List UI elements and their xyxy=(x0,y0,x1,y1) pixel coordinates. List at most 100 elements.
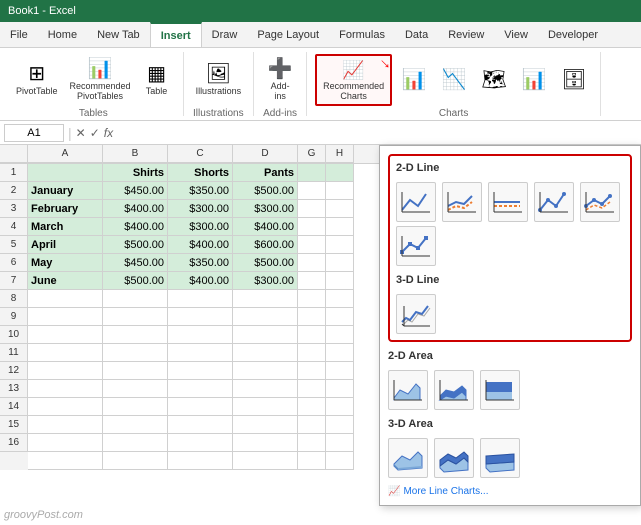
cell-b2[interactable]: $450.00 xyxy=(103,182,168,200)
cell-b1[interactable]: Shirts xyxy=(103,164,168,182)
col-header-d[interactable]: D xyxy=(233,145,298,163)
cell-a3[interactable]: February xyxy=(28,200,103,218)
cell-f1[interactable] xyxy=(326,164,354,182)
cell-f2[interactable] xyxy=(326,182,354,200)
row-header-13[interactable]: 13 xyxy=(0,380,28,398)
cell-b4[interactable]: $400.00 xyxy=(103,218,168,236)
row-header-5[interactable]: 5 xyxy=(0,236,28,254)
row-header-8[interactable]: 8 xyxy=(0,290,28,308)
cell-e5[interactable] xyxy=(298,236,326,254)
cell-d2[interactable]: $500.00 xyxy=(233,182,298,200)
cell-a1[interactable] xyxy=(28,164,103,182)
row-header-9[interactable]: 9 xyxy=(0,308,28,326)
cell-a9[interactable] xyxy=(28,308,103,326)
3d-stacked-area-chart-button[interactable] xyxy=(434,438,474,478)
charts-2d-bar-button[interactable]: 📊 xyxy=(396,54,432,106)
cell-c1[interactable]: Shorts xyxy=(168,164,233,182)
cell-b7[interactable]: $500.00 xyxy=(103,272,168,290)
cell-a5[interactable]: April xyxy=(28,236,103,254)
cell-a6[interactable]: May xyxy=(28,254,103,272)
row-header-4[interactable]: 4 xyxy=(0,218,28,236)
line-chart-button[interactable] xyxy=(396,182,436,222)
table-button[interactable]: ▦ Table xyxy=(139,54,175,106)
tab-insert[interactable]: Insert xyxy=(150,22,202,47)
tab-page-layout[interactable]: Page Layout xyxy=(247,22,329,47)
col-header-a[interactable]: A xyxy=(28,145,103,163)
cell-a8[interactable] xyxy=(28,290,103,308)
stacked-line-markers-chart-button[interactable] xyxy=(580,182,620,222)
cell-b5[interactable]: $500.00 xyxy=(103,236,168,254)
cell-f7[interactable] xyxy=(326,272,354,290)
row-header-6[interactable]: 6 xyxy=(0,254,28,272)
stacked-line-chart-button[interactable] xyxy=(442,182,482,222)
charts-line-button[interactable]: 📉 xyxy=(436,54,472,106)
cell-e3[interactable] xyxy=(298,200,326,218)
tab-home[interactable]: Home xyxy=(38,22,87,47)
cell-d5[interactable]: $600.00 xyxy=(233,236,298,254)
col-header-e[interactable]: G xyxy=(298,145,326,163)
cell-c2[interactable]: $350.00 xyxy=(168,182,233,200)
3d-line-chart-button[interactable] xyxy=(396,294,436,334)
row-header-14[interactable]: 14 xyxy=(0,398,28,416)
pivottable-button[interactable]: ⊞ PivotTable xyxy=(12,54,62,106)
cell-f8[interactable] xyxy=(326,290,354,308)
col-header-f[interactable]: H xyxy=(326,145,354,163)
stacked-area-chart-button[interactable] xyxy=(434,370,474,410)
tab-view[interactable]: View xyxy=(494,22,538,47)
3d-100-stacked-area-chart-button[interactable] xyxy=(480,438,520,478)
confirm-icon[interactable]: ✓ xyxy=(90,126,100,140)
cell-c7[interactable]: $400.00 xyxy=(168,272,233,290)
cell-f6[interactable] xyxy=(326,254,354,272)
cell-f3[interactable] xyxy=(326,200,354,218)
cell-c8[interactable] xyxy=(168,290,233,308)
cell-d7[interactable]: $300.00 xyxy=(233,272,298,290)
cell-d8[interactable] xyxy=(233,290,298,308)
cell-e1[interactable] xyxy=(298,164,326,182)
row-header-1[interactable]: 1 xyxy=(0,164,28,182)
cancel-icon[interactable]: ✕ xyxy=(76,126,86,140)
col-header-c[interactable]: C xyxy=(168,145,233,163)
cell-e9[interactable] xyxy=(298,308,326,326)
charts-pivot-button[interactable]: 📊 xyxy=(516,54,552,106)
cell-e2[interactable] xyxy=(298,182,326,200)
cell-c5[interactable]: $400.00 xyxy=(168,236,233,254)
tab-draw[interactable]: Draw xyxy=(202,22,248,47)
3d-area-chart-button[interactable] xyxy=(388,438,428,478)
row-header-15[interactable]: 15 xyxy=(0,416,28,434)
tab-data[interactable]: Data xyxy=(395,22,438,47)
tab-developer[interactable]: Developer xyxy=(538,22,608,47)
cell-b9[interactable] xyxy=(103,308,168,326)
row-header-16[interactable]: 16 xyxy=(0,434,28,452)
cell-c3[interactable]: $300.00 xyxy=(168,200,233,218)
row-header-11[interactable]: 11 xyxy=(0,344,28,362)
tab-file[interactable]: File xyxy=(0,22,38,47)
cell-e8[interactable] xyxy=(298,290,326,308)
cell-f9[interactable] xyxy=(326,308,354,326)
cell-f4[interactable] xyxy=(326,218,354,236)
row-header-2[interactable]: 2 xyxy=(0,182,28,200)
cell-d1[interactable]: Pants xyxy=(233,164,298,182)
addins-button[interactable]: ➕ Add-ins xyxy=(262,54,298,106)
100-stacked-area-chart-button[interactable] xyxy=(480,370,520,410)
tab-formulas[interactable]: Formulas xyxy=(329,22,395,47)
cell-b8[interactable] xyxy=(103,290,168,308)
cell-c6[interactable]: $350.00 xyxy=(168,254,233,272)
area-chart-button[interactable] xyxy=(388,370,428,410)
cell-d9[interactable] xyxy=(233,308,298,326)
cell-d6[interactable]: $500.00 xyxy=(233,254,298,272)
cell-b3[interactable]: $400.00 xyxy=(103,200,168,218)
charts-3d-button[interactable]: 🗄 xyxy=(556,54,592,106)
cell-a7[interactable]: June xyxy=(28,272,103,290)
cell-d4[interactable]: $400.00 xyxy=(233,218,298,236)
illustrations-button[interactable]: 🖼 Illustrations xyxy=(192,54,246,106)
function-icon[interactable]: fx xyxy=(104,126,113,140)
line-markers-extra-chart-button[interactable] xyxy=(396,226,436,266)
recommended-pivottables-button[interactable]: 📊 RecommendedPivotTables xyxy=(66,54,135,106)
cell-a4[interactable]: March xyxy=(28,218,103,236)
tab-review[interactable]: Review xyxy=(438,22,494,47)
col-header-b[interactable]: B xyxy=(103,145,168,163)
cell-e7[interactable] xyxy=(298,272,326,290)
cell-e4[interactable] xyxy=(298,218,326,236)
row-header-10[interactable]: 10 xyxy=(0,326,28,344)
cell-a2[interactable]: January xyxy=(28,182,103,200)
